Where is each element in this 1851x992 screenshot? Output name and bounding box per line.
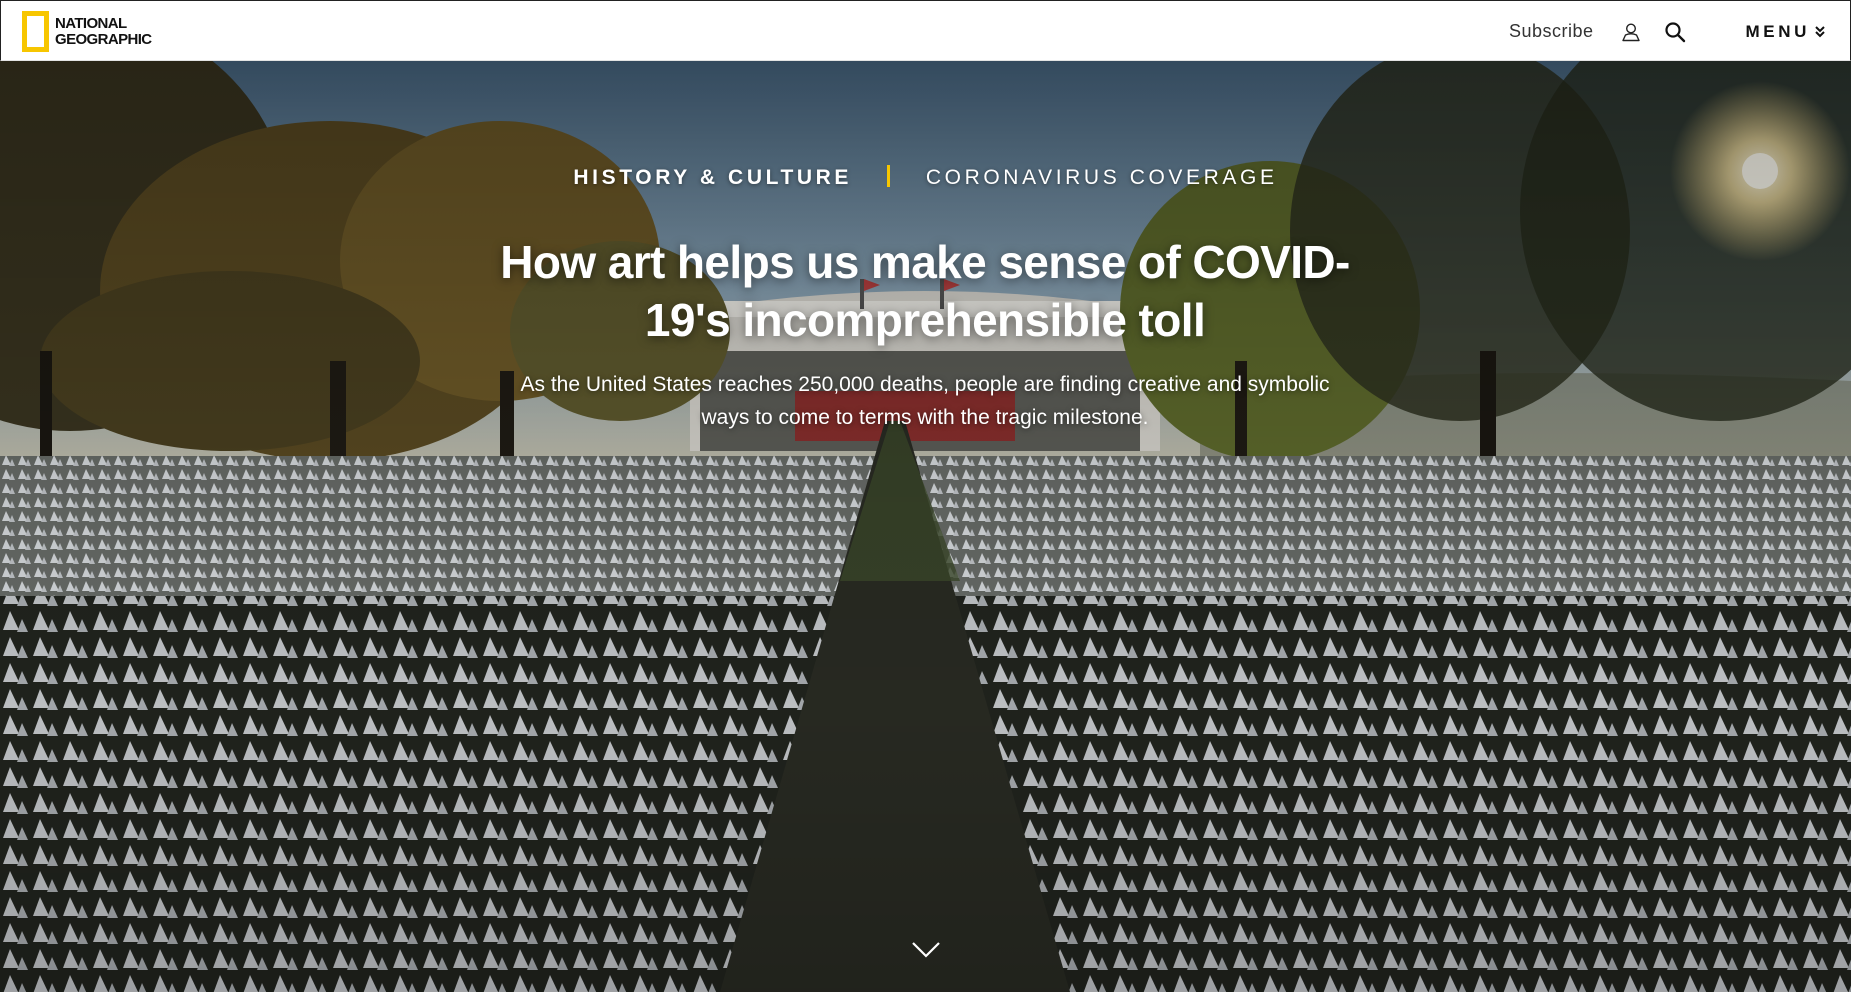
menu-label: MENU bbox=[1745, 21, 1810, 41]
category-divider bbox=[887, 165, 891, 187]
article-headline: How art helps us make sense of COVID-19'… bbox=[500, 236, 1350, 346]
header-actions: Subscribe MENU bbox=[1509, 1, 1826, 62]
page: NATIONAL GEOGRAPHIC Subscribe MENU HISTO… bbox=[0, 0, 1851, 992]
logo-wordmark: NATIONAL GEOGRAPHIC bbox=[55, 14, 152, 48]
scroll-down-button[interactable] bbox=[911, 938, 941, 964]
logo-line-2: GEOGRAPHIC bbox=[55, 30, 152, 48]
article-categories: HISTORY & CULTURE CORONAVIRUS COVERAGE bbox=[0, 165, 1851, 190]
hero-overlay bbox=[0, 61, 1851, 992]
category-history-culture[interactable]: HISTORY & CULTURE bbox=[573, 166, 852, 189]
chevron-down-icon bbox=[912, 941, 940, 958]
account-button[interactable] bbox=[1618, 19, 1644, 45]
user-icon bbox=[1621, 22, 1640, 41]
search-icon bbox=[1664, 21, 1685, 42]
chevron-double-down-icon bbox=[1815, 25, 1825, 37]
hero: HISTORY & CULTURE CORONAVIRUS COVERAGE H… bbox=[0, 61, 1851, 992]
menu-button[interactable]: MENU bbox=[1746, 22, 1826, 42]
article-dek: As the United States reaches 250,000 dea… bbox=[520, 373, 1330, 429]
site-logo[interactable]: NATIONAL GEOGRAPHIC bbox=[22, 11, 152, 52]
logo-line-1: NATIONAL bbox=[55, 14, 127, 32]
subscribe-link[interactable]: Subscribe bbox=[1509, 21, 1594, 42]
site-header: NATIONAL GEOGRAPHIC Subscribe MENU bbox=[0, 0, 1851, 61]
logo-yellow-border-icon bbox=[22, 11, 49, 52]
search-button[interactable] bbox=[1662, 19, 1688, 45]
category-coronavirus-coverage[interactable]: CORONAVIRUS COVERAGE bbox=[926, 166, 1278, 189]
